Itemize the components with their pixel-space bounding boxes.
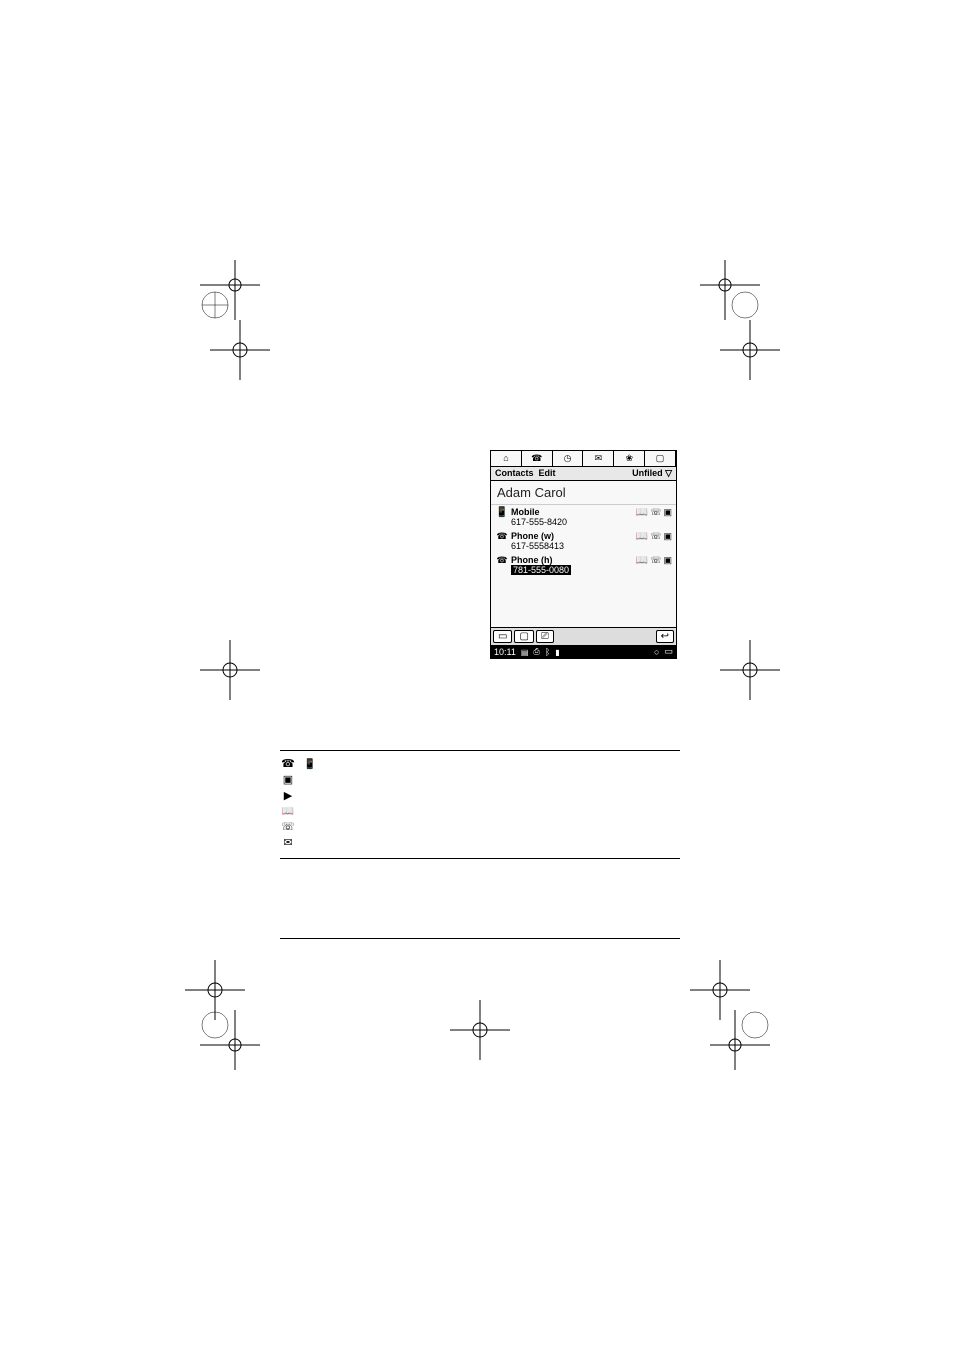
- tab-card-icon[interactable]: [493, 630, 512, 643]
- entry-type-icon: [495, 555, 509, 566]
- entry-number: 781-555-0080: [511, 565, 628, 575]
- tab-camera-icon[interactable]: [536, 630, 554, 643]
- crop-mark-bc: [450, 1000, 510, 1060]
- legend-row: [280, 836, 680, 849]
- status-clip-icon: [533, 646, 539, 657]
- crop-mark-tl2: [210, 320, 270, 380]
- toolbar-box-icon[interactable]: [645, 451, 676, 466]
- phone-icon: [280, 757, 296, 770]
- tab-note-icon[interactable]: [514, 630, 533, 643]
- legend-row: [280, 773, 680, 786]
- entry-label: Mobile: [511, 507, 628, 517]
- action-call-icon[interactable]: [636, 555, 648, 566]
- phonebook-icon: [280, 805, 296, 817]
- toolbar-msg-icon[interactable]: [583, 451, 614, 466]
- menu-category[interactable]: Unfiled ▽: [632, 468, 672, 479]
- vcall-icon: [280, 773, 296, 786]
- toolbar-clock-icon[interactable]: [553, 451, 584, 466]
- status-battery-icon: [664, 646, 673, 657]
- ss-statusbar: 10:11: [491, 645, 676, 658]
- action-sms-icon[interactable]: [650, 555, 661, 566]
- status-bluetooth-icon: [545, 647, 550, 657]
- legend-row: [280, 820, 680, 833]
- vcall2-icon: [280, 789, 296, 802]
- menu-edit[interactable]: Edit: [539, 468, 556, 478]
- action-sms-icon[interactable]: [650, 531, 661, 542]
- back-button[interactable]: [656, 630, 674, 643]
- toolbar-home-icon[interactable]: [491, 451, 522, 466]
- body-text: [280, 430, 680, 436]
- crop-mark-tr2: [720, 320, 780, 380]
- icon-legend: [280, 750, 680, 859]
- contact-entry[interactable]: Mobile617-555-8420: [491, 505, 676, 529]
- action-video-icon[interactable]: [663, 531, 672, 542]
- contact-entry[interactable]: Phone (h)781-555-0080: [491, 553, 676, 577]
- crop-mark-ml: [200, 640, 260, 700]
- status-time: 10:11: [494, 647, 516, 657]
- entry-number: 617-5558413: [511, 541, 628, 551]
- ss-top-toolbar: [491, 451, 676, 467]
- action-video-icon[interactable]: [663, 555, 672, 566]
- mms-icon: [280, 836, 296, 849]
- toolbar-phone-icon[interactable]: [522, 451, 553, 466]
- action-call-icon[interactable]: [636, 507, 648, 518]
- contact-name: Adam Carol: [491, 481, 676, 505]
- entry-number: 617-555-8420: [511, 517, 628, 527]
- legend-row: [280, 805, 680, 817]
- action-sms-icon[interactable]: [650, 507, 661, 518]
- toolbar-people-icon[interactable]: [614, 451, 645, 466]
- contact-entry[interactable]: Phone (w)617-5558413: [491, 529, 676, 553]
- entry-label: Phone (w): [511, 531, 628, 541]
- legend-row: [280, 789, 680, 802]
- status-card-icon: [521, 647, 529, 657]
- entry-label: Phone (h): [511, 555, 628, 565]
- device-screenshot: Contacts Edit Unfiled ▽ Adam Carol Mobil…: [490, 450, 677, 659]
- ss-menubar: Contacts Edit Unfiled ▽: [491, 467, 676, 481]
- entry-type-icon: [495, 531, 509, 542]
- entry-type-icon: [495, 507, 509, 518]
- mobile-icon: [302, 758, 318, 770]
- menu-contacts[interactable]: Contacts: [495, 468, 534, 478]
- action-video-icon[interactable]: [663, 507, 672, 518]
- status-dot-icon: [654, 647, 659, 657]
- crop-mark-bl2: [200, 1010, 260, 1070]
- crop-mark-tr: [700, 260, 760, 320]
- crop-mark-br2: [710, 1010, 770, 1070]
- crop-mark-mr: [720, 640, 780, 700]
- atphone-icon: [280, 820, 296, 833]
- ss-bottom-tabs: [491, 627, 676, 645]
- legend-row: [280, 757, 680, 770]
- bottom-rule: [280, 938, 680, 939]
- status-signal-icon: [555, 647, 559, 657]
- crop-mark-tl: [200, 260, 260, 320]
- action-call-icon[interactable]: [636, 531, 648, 542]
